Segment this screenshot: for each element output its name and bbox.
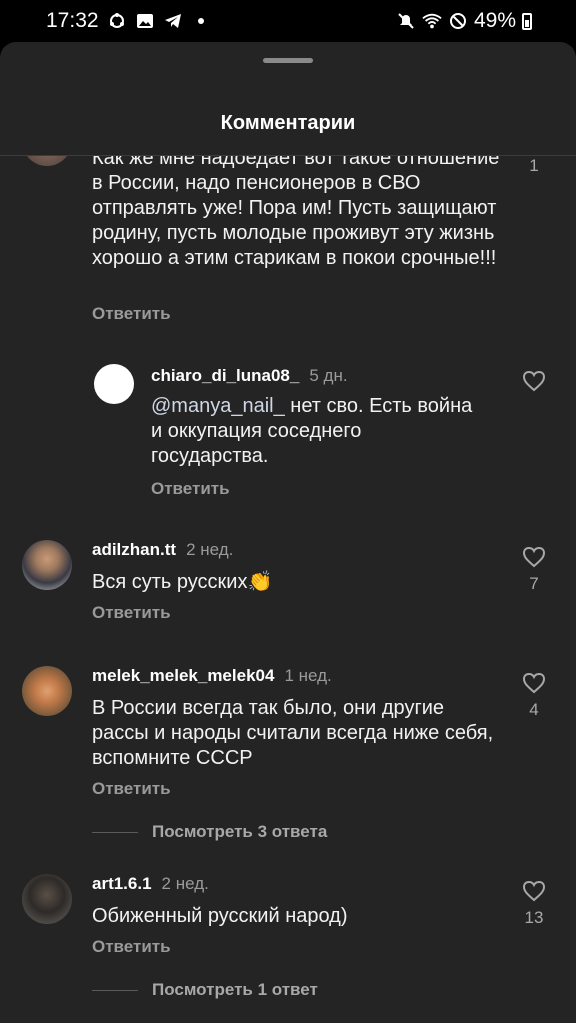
avatar[interactable]	[22, 666, 72, 716]
like-count: 13	[524, 908, 544, 927]
heart-icon[interactable]	[522, 546, 546, 568]
gallery-icon	[135, 11, 155, 31]
comment-header: art1.6.1 2 нед.	[92, 874, 209, 894]
view-replies-line	[92, 831, 138, 833]
status-bar: 17:32 49%	[0, 0, 576, 42]
like-control[interactable]: 7	[514, 546, 554, 594]
heart-icon[interactable]	[522, 672, 546, 694]
comment-text: Как же мне надоедает вот такое отношение…	[92, 156, 500, 269]
heart-icon[interactable]	[522, 880, 546, 902]
comments-sheet: Комментарии Как же мне надоедает вот так…	[0, 42, 576, 1023]
telegram-icon	[163, 11, 183, 31]
view-replies-line	[92, 989, 138, 991]
comment-text: Обиженный русский народ)	[92, 905, 348, 927]
drag-handle[interactable]	[263, 58, 313, 63]
comment-text: В России всегда так было, они другие рас…	[92, 697, 494, 769]
comment-time: 5 дн.	[309, 366, 348, 385]
status-time: 17:32	[46, 9, 99, 32]
reply-button[interactable]: Ответить	[92, 937, 171, 957]
comment-time: 2 нед.	[186, 540, 234, 559]
view-replies-button[interactable]: Посмотреть 1 ответ	[152, 980, 318, 1000]
comment-time: 1 нед.	[284, 666, 332, 685]
username[interactable]: art1.6.1	[92, 874, 152, 893]
like-control[interactable]	[514, 370, 554, 392]
comment-header: melek_melek_melek04 1 нед.	[92, 666, 332, 686]
mute-icon	[396, 11, 416, 31]
mention-link[interactable]: @manya_nail_	[151, 395, 285, 417]
username[interactable]: adilzhan.tt	[92, 540, 176, 559]
avatar[interactable]	[22, 156, 72, 166]
like-control[interactable]: 1	[514, 156, 554, 176]
comment-time: 2 нед.	[161, 874, 209, 893]
wifi-icon	[422, 11, 442, 31]
comment-text: Вся суть русских👏	[92, 571, 273, 593]
reply-button[interactable]: Ответить	[151, 479, 230, 499]
battery-percent: 49%	[473, 9, 516, 32]
sync-icon	[107, 11, 127, 31]
comments-list[interactable]: Как же мне надоедает вот такое отношение…	[0, 156, 576, 1023]
sheet-title: Комментарии	[220, 112, 356, 134]
like-control[interactable]: 4	[514, 672, 554, 720]
view-replies-button[interactable]: Посмотреть 3 ответа	[152, 822, 327, 842]
view-replies[interactable]: Посмотреть 3 ответа	[92, 822, 327, 842]
like-control[interactable]: 13	[514, 880, 554, 928]
comment-text: @manya_nail_ нет сво. Есть война и оккуп…	[151, 394, 481, 469]
battery-icon	[522, 12, 532, 30]
notification-dot-icon	[191, 11, 211, 31]
view-replies[interactable]: Посмотреть 1 ответ	[92, 980, 318, 1000]
reply-button[interactable]: Ответить	[92, 603, 171, 623]
like-count: 1	[529, 156, 539, 175]
avatar[interactable]	[22, 874, 72, 924]
do-not-disturb-icon	[448, 11, 468, 31]
avatar[interactable]	[94, 364, 134, 404]
like-count: 7	[529, 574, 539, 593]
username[interactable]: melek_melek_melek04	[92, 666, 274, 685]
comment-header: adilzhan.tt 2 нед.	[92, 540, 233, 560]
comment-header: chiaro_di_luna08_ 5 дн.	[151, 366, 348, 386]
avatar[interactable]	[22, 540, 72, 590]
reply-button[interactable]: Ответить	[92, 304, 171, 324]
username[interactable]: chiaro_di_luna08_	[151, 366, 299, 385]
like-count: 4	[529, 700, 539, 719]
reply-button[interactable]: Ответить	[92, 779, 171, 799]
heart-icon[interactable]	[522, 370, 546, 392]
